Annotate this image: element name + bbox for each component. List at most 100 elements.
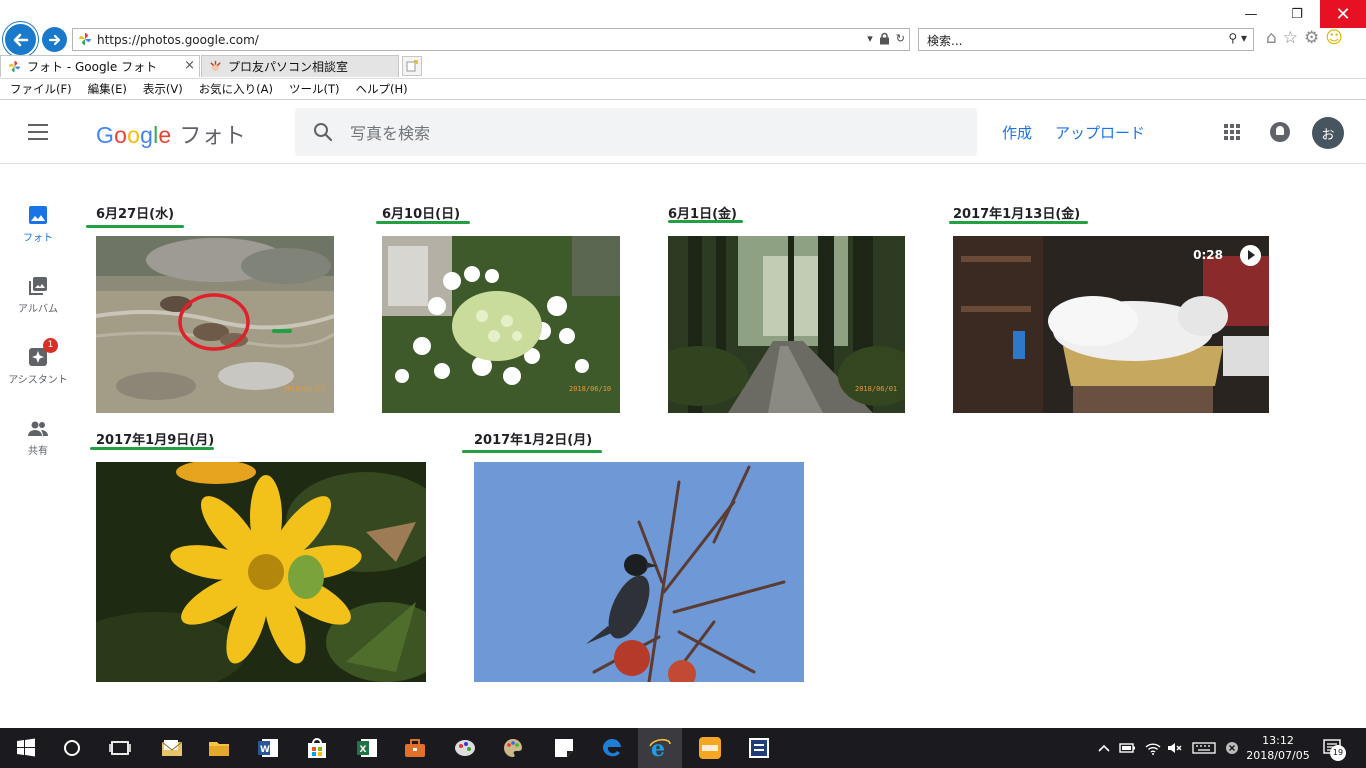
store-app-icon[interactable] xyxy=(305,736,329,760)
date-stamp: 2018/06/27 xyxy=(283,385,325,393)
blue-app-icon[interactable] xyxy=(747,736,771,760)
close-window-button[interactable]: ✕ xyxy=(1320,0,1366,28)
sidebar-item-label: 共有 xyxy=(28,446,48,457)
photo-thumbnail-forest-path[interactable]: 2018/06/01 xyxy=(668,236,905,413)
forward-button[interactable] xyxy=(42,27,67,52)
wifi-icon[interactable] xyxy=(1144,736,1162,760)
menu-edit[interactable]: 編集(E) xyxy=(88,81,127,97)
lock-icon[interactable] xyxy=(879,32,890,45)
feedback-smiley-icon[interactable]: ☺ xyxy=(1325,28,1343,48)
keyboard-icon[interactable] xyxy=(1192,736,1216,760)
sidebar-item-label: アシスタント xyxy=(8,375,68,386)
chevron-down-icon[interactable]: ▾ xyxy=(1241,31,1247,45)
google-photos-logo[interactable]: Google フォト xyxy=(96,118,246,150)
menu-help[interactable]: ヘルプ(H) xyxy=(356,81,408,97)
task-view-icon[interactable] xyxy=(108,736,132,760)
highlight-underline xyxy=(668,220,743,223)
yellow-flower-image xyxy=(96,462,426,682)
video-thumbnail-cat[interactable]: 0:28 xyxy=(953,236,1269,413)
highlight-underline xyxy=(949,221,1088,224)
date-heading[interactable]: 6月10日(日) xyxy=(382,203,460,222)
menu-file[interactable]: ファイル(F) xyxy=(10,81,72,97)
search-icon[interactable]: ⚲ xyxy=(1228,31,1237,45)
chevron-up-icon[interactable] xyxy=(1096,736,1112,760)
minimize-button[interactable]: — xyxy=(1228,0,1274,28)
internet-explorer-icon[interactable]: e xyxy=(648,736,672,760)
photo-thumbnail-bird[interactable] xyxy=(474,462,804,682)
file-explorer-icon[interactable] xyxy=(207,736,231,760)
dropdown-arrow-icon[interactable]: ▾ xyxy=(867,32,873,45)
close-circle-icon[interactable] xyxy=(1224,736,1240,760)
arrow-left-icon xyxy=(13,33,28,46)
cortana-search-icon[interactable] xyxy=(60,736,84,760)
avatar[interactable]: お xyxy=(1312,117,1344,149)
browser-toolbar-icons: ⌂ ☆ ⚙ ☺ xyxy=(1266,28,1343,48)
date-heading[interactable]: 2017年1月9日(月) xyxy=(96,429,214,448)
photo-thumbnail-ducks[interactable]: 2018/06/27 xyxy=(96,236,334,413)
tab-strip: フォト - Google フォト × プロ友パソコン相談室 xyxy=(0,55,1366,77)
battery-icon[interactable] xyxy=(1118,736,1136,760)
highlight-underline xyxy=(86,225,184,228)
excel-app-icon[interactable]: X xyxy=(355,736,379,760)
close-tab-icon[interactable]: × xyxy=(184,58,195,73)
date-heading[interactable]: 6月27日(水) xyxy=(96,203,174,222)
search-placeholder: 写真を検索 xyxy=(350,124,431,143)
sticky-notes-icon[interactable] xyxy=(552,736,576,760)
volume-muted-icon[interactable] xyxy=(1166,736,1184,760)
restore-button[interactable]: ❐ xyxy=(1274,0,1320,28)
video-duration: 0:28 xyxy=(1193,248,1223,262)
orange-app-icon[interactable] xyxy=(698,736,722,760)
play-icon[interactable] xyxy=(1240,245,1261,266)
date-heading[interactable]: 2017年1月2日(月) xyxy=(474,429,592,448)
menu-favorites[interactable]: お気に入り(A) xyxy=(199,81,273,97)
upload-button[interactable]: アップロード xyxy=(1055,122,1145,143)
word-app-icon[interactable]: W xyxy=(256,736,280,760)
favorites-star-icon[interactable]: ☆ xyxy=(1283,28,1298,48)
notifications-bell-icon[interactable] xyxy=(1270,122,1290,142)
tab-pro-tomo[interactable]: プロ友パソコン相談室 xyxy=(201,55,399,77)
clock-date: 2018/07/05 xyxy=(1246,749,1310,762)
ducks-in-stream-image: 2018/06/27 xyxy=(96,236,334,413)
photo-thumbnail-hydrangea[interactable]: 2018/06/10 xyxy=(382,236,620,413)
bird-on-branch-image xyxy=(474,462,804,682)
gear-icon[interactable]: ⚙ xyxy=(1304,28,1319,48)
tab-google-photos[interactable]: フォト - Google フォト × xyxy=(0,55,200,77)
date-heading[interactable]: 2017年1月13日(金) xyxy=(953,203,1080,222)
new-tab-button[interactable] xyxy=(402,56,422,76)
highlight-underline xyxy=(90,447,214,450)
notification-count-badge: 19 xyxy=(1330,745,1346,761)
product-name: フォト xyxy=(179,123,247,148)
briefcase-app-icon[interactable] xyxy=(403,736,427,760)
paint-palette-icon[interactable] xyxy=(501,736,525,760)
sidebar-item-shared[interactable]: 共有 xyxy=(0,420,76,457)
photo-search-input[interactable]: 写真を検索 xyxy=(295,108,977,156)
apps-grid-icon[interactable] xyxy=(1224,124,1240,140)
arrow-right-icon xyxy=(48,34,60,45)
sidebar-item-photos[interactable]: フォト xyxy=(0,205,76,244)
hamburger-menu-icon[interactable] xyxy=(28,124,48,140)
edge-browser-icon[interactable] xyxy=(600,736,624,760)
menu-view[interactable]: 表示(V) xyxy=(143,81,183,97)
search-icon[interactable] xyxy=(313,122,333,142)
sidebar-item-albums[interactable]: アルバム xyxy=(0,276,76,315)
hydrangea-image: 2018/06/10 xyxy=(382,236,620,413)
photo-thumbnail-yellow-flower[interactable] xyxy=(96,462,426,682)
paint-app-icon[interactable] xyxy=(453,736,477,760)
back-button[interactable] xyxy=(3,22,38,57)
browser-search-field[interactable]: 検索... ⚲ ▾ xyxy=(918,28,1254,51)
home-icon[interactable]: ⌂ xyxy=(1266,28,1277,48)
refresh-icon[interactable]: ↻ xyxy=(896,32,905,45)
sidebar-item-assistant[interactable]: 1 アシスタント xyxy=(0,338,76,386)
app-header: Google フォト 写真を検索 作成 アップロード お xyxy=(0,101,1366,164)
address-url[interactable]: https://photos.google.com/ xyxy=(97,33,259,47)
menu-tools[interactable]: ツール(T) xyxy=(289,81,340,97)
date-stamp: 2018/06/10 xyxy=(569,385,611,393)
clock-time: 13:12 xyxy=(1262,734,1294,747)
tab-label: フォト - Google フォト xyxy=(27,60,158,74)
system-clock[interactable]: 13:12 2018/07/05 xyxy=(1246,733,1310,763)
address-bar[interactable]: https://photos.google.com/ ▾ ↻ xyxy=(72,28,910,51)
create-button[interactable]: 作成 xyxy=(1002,122,1032,143)
mail-app-icon[interactable] xyxy=(160,736,184,760)
windows-start-icon[interactable] xyxy=(14,736,38,760)
menu-bar: ファイル(F) 編集(E) 表示(V) お気に入り(A) ツール(T) ヘルプ(… xyxy=(0,78,1366,100)
